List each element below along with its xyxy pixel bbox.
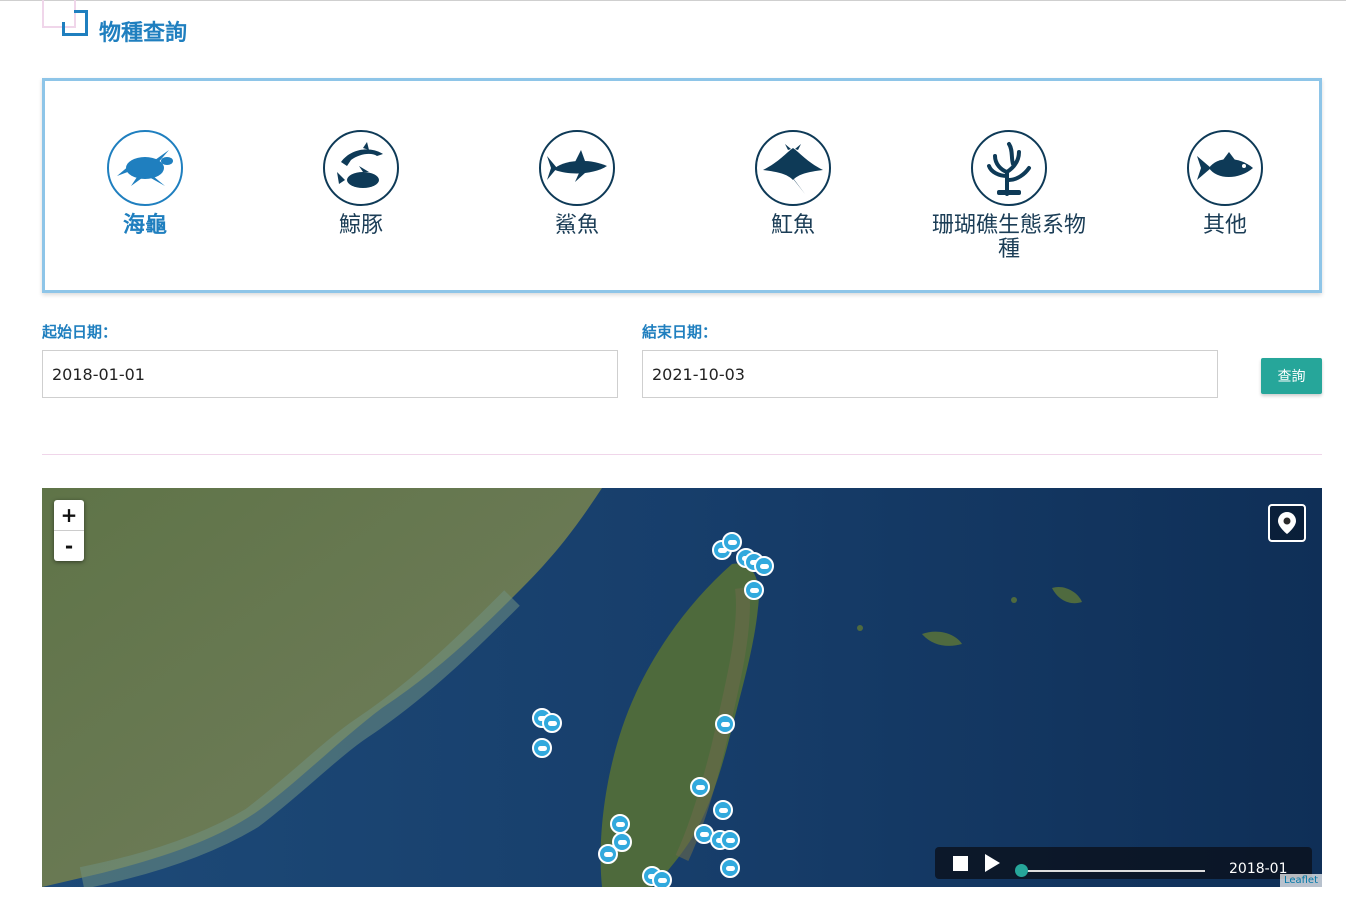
species-tab-coral[interactable]: 珊瑚礁生態系物 種 — [909, 130, 1109, 262]
coral-icon — [971, 130, 1047, 206]
turtle-marker-icon[interactable] — [720, 830, 740, 850]
locate-button[interactable] — [1268, 504, 1306, 542]
turtle-marker-icon[interactable] — [720, 858, 740, 878]
turtle-marker-icon[interactable] — [715, 714, 735, 734]
sea-turtle-icon — [107, 130, 183, 206]
map[interactable]: + - 2018-01 Leaflet — [42, 488, 1322, 887]
species-label: 珊瑚礁生態系物 種 — [931, 213, 1086, 262]
turtle-marker-icon[interactable] — [532, 738, 552, 758]
dolphin-icon — [323, 130, 399, 206]
satellite-basemap — [42, 488, 1322, 887]
query-button[interactable]: 查詢 — [1261, 358, 1322, 394]
species-label: 鯨豚 — [338, 213, 383, 238]
species-label: 其他 — [1202, 213, 1247, 238]
species-label: 鯊魚 — [554, 213, 599, 238]
zoom-in-button[interactable]: + — [54, 500, 84, 530]
species-label: 魟魚 — [770, 213, 815, 238]
fish-icon — [1187, 130, 1263, 206]
species-tab-cetacean[interactable]: 鯨豚 — [261, 130, 461, 238]
start-date-label: 起始日期： — [42, 323, 118, 341]
title-square-icon — [62, 10, 88, 36]
turtle-marker-icon[interactable] — [690, 777, 710, 797]
divider — [42, 454, 1322, 455]
page-title: 物種查詢 — [99, 21, 188, 46]
end-date-input[interactable] — [642, 350, 1218, 398]
time-label: 2018-01 — [1229, 861, 1288, 877]
species-tab-ray[interactable]: 魟魚 — [693, 130, 893, 238]
species-label: 海龜 — [122, 213, 167, 238]
turtle-marker-icon[interactable] — [754, 556, 774, 576]
turtle-marker-icon[interactable] — [610, 814, 630, 834]
time-slider-track[interactable] — [1022, 870, 1205, 872]
turtle-marker-icon[interactable] — [542, 713, 562, 733]
time-slider-handle[interactable] — [1015, 864, 1028, 877]
turtle-marker-icon[interactable] — [598, 844, 618, 864]
species-tab-other[interactable]: 其他 — [1125, 130, 1325, 238]
end-date-label: 結束日期： — [642, 323, 718, 341]
turtle-marker-icon[interactable] — [652, 870, 672, 887]
time-slider-control: 2018-01 — [935, 847, 1312, 879]
turtle-marker-icon[interactable] — [713, 800, 733, 820]
start-date-input[interactable] — [42, 350, 618, 398]
top-border — [0, 0, 1346, 1]
zoom-out-button[interactable]: - — [54, 530, 84, 561]
shark-icon — [539, 130, 615, 206]
turtle-marker-icon[interactable] — [744, 580, 764, 600]
species-selector: 海龜 鯨豚 鯊魚 魟魚 珊瑚礁生態系物 種 其他 — [42, 78, 1322, 293]
play-icon[interactable] — [985, 854, 1000, 872]
map-pin-icon — [1278, 512, 1296, 534]
zoom-control: + - — [54, 500, 84, 561]
species-tab-shark[interactable]: 鯊魚 — [477, 130, 677, 238]
manta-ray-icon — [755, 130, 831, 206]
species-tab-sea-turtle[interactable]: 海龜 — [45, 130, 245, 238]
stop-icon[interactable] — [953, 856, 968, 871]
map-attribution[interactable]: Leaflet — [1279, 874, 1322, 887]
